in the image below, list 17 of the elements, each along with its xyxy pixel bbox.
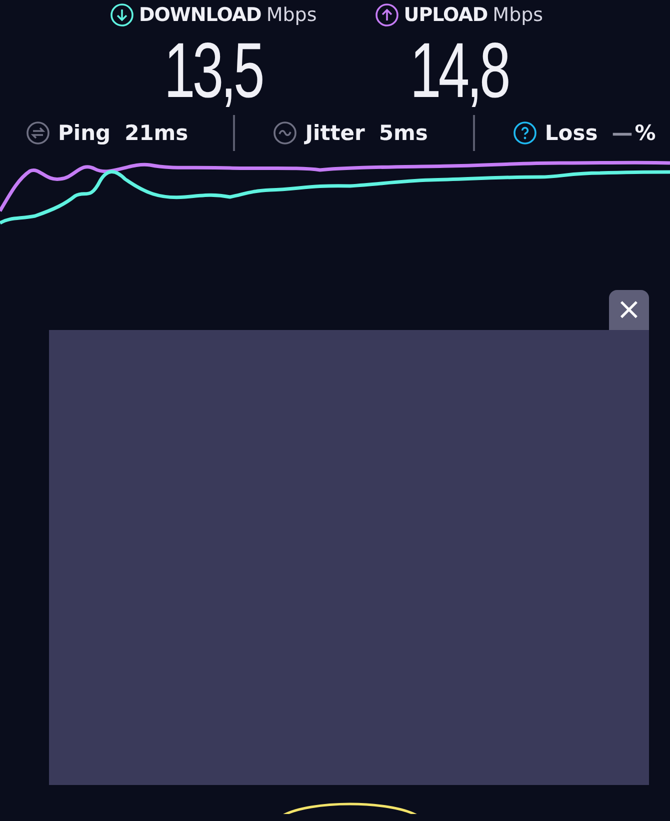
jitter-icon	[273, 121, 298, 145]
metric-value: 21ms	[124, 121, 188, 145]
speed-unit: Mbps	[266, 4, 317, 26]
metric-value: 5ms	[378, 121, 428, 145]
speed-label: UPLOAD	[404, 4, 488, 26]
help-icon[interactable]	[512, 121, 537, 145]
speed-label: DOWNLOAD	[139, 4, 262, 26]
ping-icon	[26, 121, 50, 145]
speed-value: 14,8	[410, 27, 508, 113]
metric-label: Ping	[58, 121, 111, 145]
metric-unit: %	[634, 121, 656, 145]
speed-value: 13,5	[164, 27, 262, 113]
speed-unit: Mbps	[492, 4, 544, 26]
metric-label: Loss	[544, 121, 598, 145]
metric-value: —	[612, 121, 633, 145]
metric-label: Jitter	[305, 121, 365, 145]
close-button[interactable]: ×	[609, 290, 649, 330]
